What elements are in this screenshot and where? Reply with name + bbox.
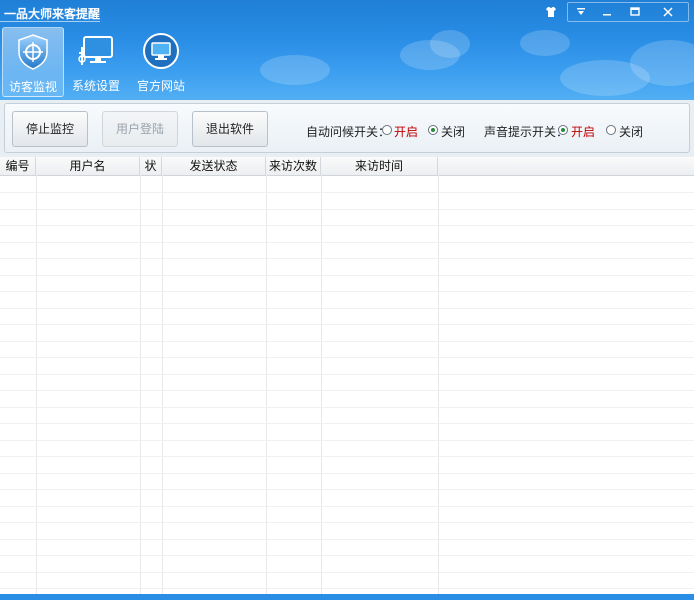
grid-row-line <box>0 357 694 358</box>
toolbar: 停止监控 用户登陆 退出软件 自动问候开关： 开启 关闭 声音提示开关： 开启 … <box>4 103 690 153</box>
grid-column-line <box>266 175 267 594</box>
grid-row-line <box>0 588 694 589</box>
grid-row-line <box>0 275 694 276</box>
grid-row-line <box>0 473 694 474</box>
grid-row-line <box>0 291 694 292</box>
grid-row-line <box>0 555 694 556</box>
nav-official-website[interactable]: 官方网站 <box>131 27 191 95</box>
grid-row-line <box>0 456 694 457</box>
grid-column-line <box>321 175 322 594</box>
sound-alert-on-label[interactable]: 开启 <box>571 123 595 140</box>
column-header-send-status[interactable]: 发送状态 <box>162 157 266 175</box>
grid-row-line <box>0 390 694 391</box>
grid-column-line <box>162 175 163 594</box>
minimize-icon[interactable] <box>596 3 618 21</box>
nav-label: 系统设置 <box>71 79 120 93</box>
sound-alert-label: 声音提示开关： <box>484 125 569 139</box>
grid-row-line <box>0 324 694 325</box>
grid-column-line <box>140 175 141 594</box>
column-header-visit-time[interactable]: 来访时间 <box>321 157 438 175</box>
monitor-settings-icon <box>76 31 116 71</box>
nav-label: 官方网站 <box>136 79 185 93</box>
nav-visitor-monitor[interactable]: 访客监视 <box>2 27 64 97</box>
auto-greet-on-radio[interactable] <box>382 125 392 135</box>
sound-alert-on-radio[interactable] <box>558 125 568 135</box>
grid-row-line <box>0 308 694 309</box>
grid-row-line <box>0 572 694 573</box>
nav-label: 访客监视 <box>8 80 57 94</box>
grid-row-line <box>0 440 694 441</box>
close-icon[interactable] <box>656 3 680 21</box>
grid-row-line <box>0 192 694 193</box>
user-login-button[interactable]: 用户登陆 <box>102 111 178 147</box>
auto-greet-on-label[interactable]: 开启 <box>394 123 418 140</box>
grid-row-line <box>0 374 694 375</box>
skin-shirt-icon[interactable] <box>543 3 559 21</box>
column-header-status[interactable]: 状 <box>140 157 162 175</box>
visitor-table[interactable]: 编号 用户名 状 发送状态 来访次数 来访时间 <box>0 157 694 594</box>
auto-greet-off-label[interactable]: 关闭 <box>441 123 465 140</box>
column-header-id[interactable]: 编号 <box>0 157 36 175</box>
shield-icon <box>13 32 53 72</box>
sound-alert-off-label[interactable]: 关闭 <box>619 123 643 140</box>
cloud-decoration <box>520 30 570 56</box>
grid-row-line <box>0 522 694 523</box>
app-header: 一品大师来客提醒 访客监视 系统设置 官方网站 <box>0 0 694 100</box>
nav-system-settings[interactable]: 系统设置 <box>66 27 126 95</box>
grid-row-line <box>0 225 694 226</box>
grid-row-line <box>0 209 694 210</box>
status-bar <box>0 594 694 600</box>
grid-column-line <box>36 175 37 594</box>
dropdown-menu-icon[interactable] <box>570 3 592 21</box>
maximize-icon[interactable] <box>624 3 646 21</box>
title-underline <box>0 21 100 22</box>
grid-row-line <box>0 407 694 408</box>
column-header-visit-count[interactable]: 来访次数 <box>266 157 321 175</box>
grid-row-line <box>0 423 694 424</box>
sound-alert-off-radio[interactable] <box>606 125 616 135</box>
stop-monitor-button[interactable]: 停止监控 <box>12 111 88 147</box>
auto-greet-off-radio[interactable] <box>428 125 438 135</box>
globe-monitor-icon <box>141 31 181 71</box>
grid-row-line <box>0 341 694 342</box>
grid-row-line <box>0 242 694 243</box>
cloud-decoration <box>430 30 470 58</box>
exit-software-button[interactable]: 退出软件 <box>192 111 268 147</box>
auto-greet-label: 自动问候开关： <box>306 125 391 139</box>
grid-row-line <box>0 489 694 490</box>
column-header-username[interactable]: 用户名 <box>36 157 140 175</box>
window-title: 一品大师来客提醒 <box>4 7 101 21</box>
grid-column-line <box>438 175 439 594</box>
grid-row-line <box>0 506 694 507</box>
table-header: 编号 用户名 状 发送状态 来访次数 来访时间 <box>0 157 694 176</box>
grid-row-line <box>0 539 694 540</box>
cloud-decoration <box>260 55 330 85</box>
grid-row-line <box>0 258 694 259</box>
